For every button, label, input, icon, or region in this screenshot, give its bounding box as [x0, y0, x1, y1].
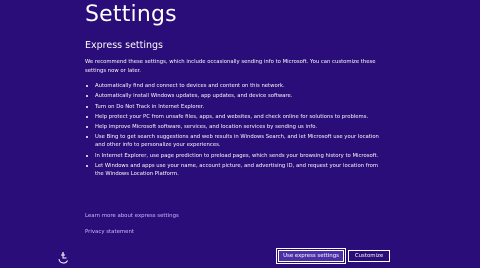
- intro-text: We recommend these settings, which inclu…: [85, 59, 376, 74]
- list-item-text: Automatically install Windows updates, a…: [95, 93, 293, 100]
- list-item: Turn on Do Not Track in Internet Explore…: [85, 103, 385, 111]
- list-item: Help protect your PC from unsafe files, …: [85, 113, 385, 121]
- list-item-text: Automatically find and connect to device…: [95, 83, 285, 89]
- list-item: Let Windows and apps use your name, acco…: [85, 162, 385, 178]
- list-item: Automatically find and connect to device…: [85, 82, 385, 90]
- section-title: Express settings: [85, 40, 163, 51]
- list-item: Use Bing to get search suggestions and w…: [85, 133, 385, 149]
- bullet-icon: [86, 165, 88, 168]
- list-item-text: Turn on Do Not Track in Internet Explore…: [95, 103, 205, 110]
- list-item-text: Use Bing to get search suggestions and w…: [95, 134, 379, 149]
- list-item-text: Let Windows and apps use your name, acco…: [95, 163, 379, 178]
- bullet-icon: [86, 85, 88, 87]
- bullet-icon: [86, 115, 88, 118]
- ease-of-access-icon-graphic: [58, 252, 68, 264]
- bullet-icon: [86, 136, 88, 139]
- list-item: Help improve Microsoft software, service…: [85, 123, 385, 131]
- bullet-icon: [86, 95, 88, 98]
- page-title: Settings: [85, 2, 177, 27]
- privacy-statement-link[interactable]: Privacy statement: [85, 228, 134, 236]
- ease-of-access-icon[interactable]: [57, 249, 69, 264]
- list-item: Automatically install Windows updates, a…: [85, 92, 385, 100]
- list-item: In Internet Explorer, use page predictio…: [85, 152, 385, 160]
- list-item-text: Help improve Microsoft software, service…: [95, 124, 318, 131]
- use-express-settings-button[interactable]: Use express settings: [276, 248, 346, 264]
- learn-more-link[interactable]: Learn more about express settings: [85, 212, 179, 220]
- customize-button[interactable]: Customize: [348, 250, 390, 262]
- list-item-text: In Internet Explorer, use page predictio…: [95, 152, 379, 159]
- bullet-icon: [86, 126, 88, 129]
- settings-list: Automatically find and connect to device…: [85, 82, 385, 180]
- list-item-text: Help protect your PC from unsafe files, …: [95, 113, 369, 120]
- bullet-icon: [86, 105, 88, 108]
- bullet-icon: [86, 154, 88, 157]
